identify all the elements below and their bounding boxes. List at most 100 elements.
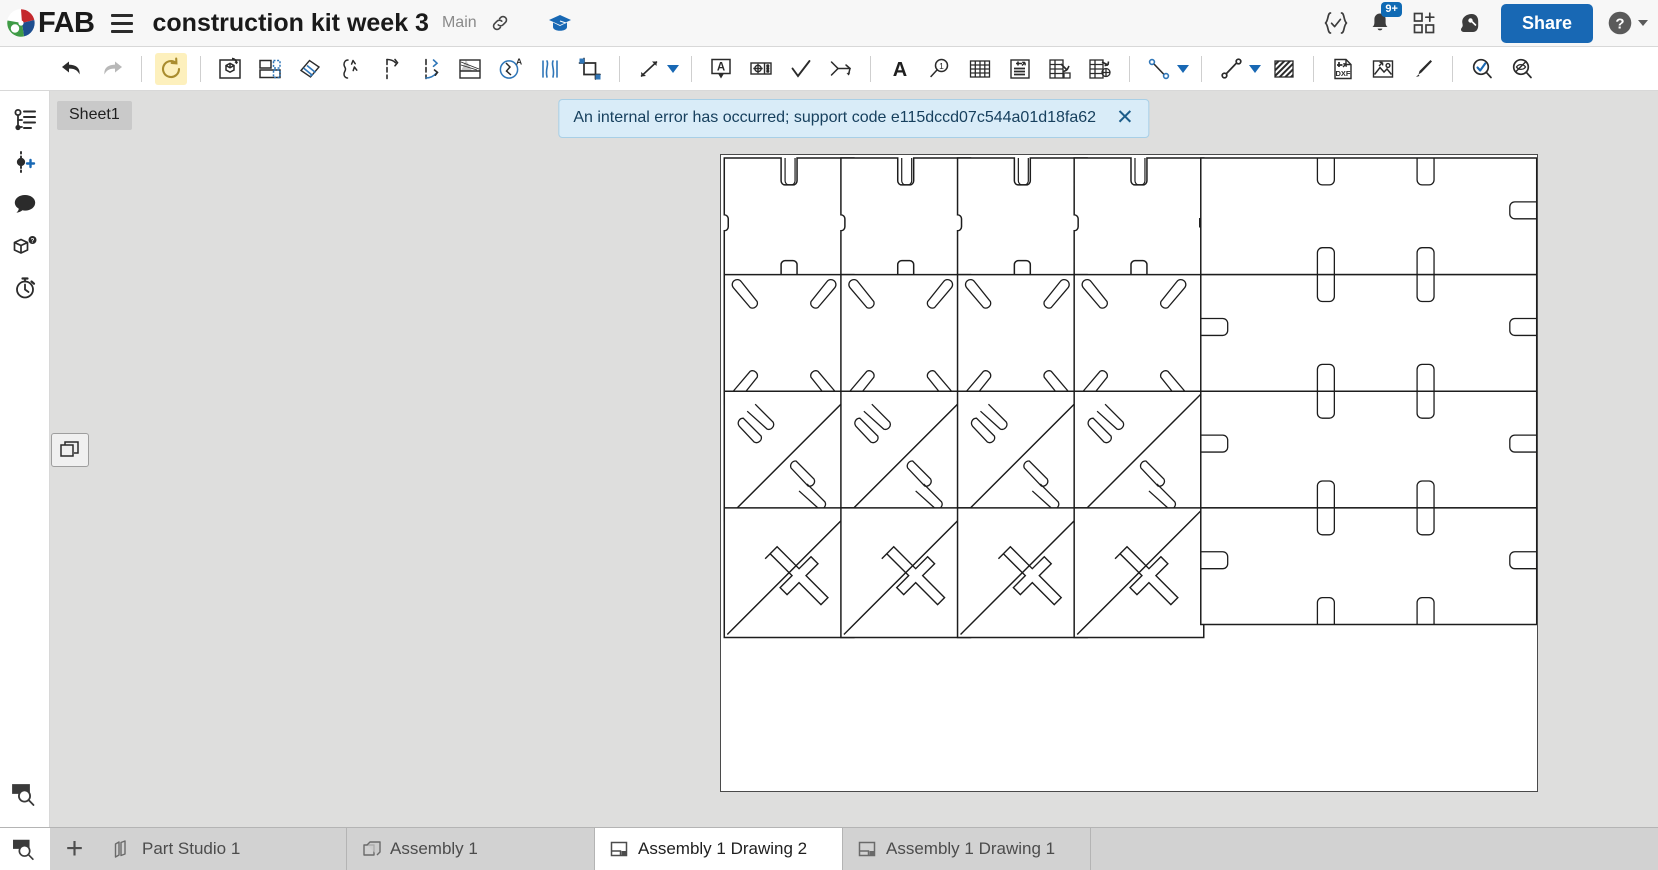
hole-table-button[interactable] [1084,53,1116,85]
detail-view-button[interactable] [454,53,486,85]
sidebar-item-drawing-tree[interactable] [6,101,44,139]
svg-text:?: ? [1615,16,1624,33]
drawing-canvas[interactable]: Sheet1 An internal error has occurred; s… [50,91,1658,827]
copy-link-icon[interactable] [490,13,510,33]
weld-symbol-button[interactable] [825,53,857,85]
tab-assembly-1-drawing-1[interactable]: Assembly 1 Drawing 1 [843,828,1091,870]
hide-button[interactable] [1506,53,1538,85]
tab-assembly-1-drawing-2[interactable]: Assembly 1 Drawing 2 [595,828,843,870]
import-dxf-button[interactable]: DXF [1327,53,1359,85]
drawing-icon [609,839,629,859]
onshape-drawing-app: FAB construction kit week 3 Main 9+ Shar… [0,0,1658,870]
surface-finish-button[interactable] [785,53,817,85]
left-rail: ? [0,91,50,827]
error-notification: An internal error has occurred; support … [558,99,1150,138]
tab-part-studio-1[interactable]: Part Studio 1 [99,828,347,870]
show-hidden-button[interactable] [1466,53,1498,85]
revision-table-button[interactable] [1044,53,1076,85]
geometric-tolerance-button[interactable] [745,53,777,85]
drawing-sheet[interactable] [720,154,1538,792]
insert-view-button[interactable] [214,53,246,85]
line-button[interactable] [1215,53,1247,85]
layers-button[interactable] [51,433,89,467]
tab-label: Assembly 1 Drawing 2 [638,839,808,858]
insert-image-button[interactable] [1367,53,1399,85]
share-button[interactable]: Share [1500,3,1593,43]
format-painter-button[interactable] [1407,53,1439,85]
tab-assembly-1[interactable]: Assembly 1 [347,828,595,870]
tab-bar: + Part Studio 1 Assembly 1 Assembly 1 Dr… [0,827,1658,870]
note-button[interactable]: A [705,53,737,85]
toolbar-separator [691,55,692,82]
bom-table-button[interactable] [1004,53,1036,85]
notifications-icon[interactable]: 9+ [1363,2,1402,40]
svg-text:A: A [717,61,725,73]
table-button[interactable] [964,53,996,85]
menu-icon[interactable] [107,8,137,38]
sidebar-item-history[interactable] [6,269,44,307]
svg-text:1: 1 [939,61,944,71]
assembly-icon [361,839,381,859]
notification-badge: 9+ [1381,2,1402,17]
undo-button[interactable] [56,53,88,85]
detail-circle-button[interactable]: A [494,53,526,85]
svg-text:DXF: DXF [1336,69,1351,78]
fab-logo-icon [6,8,36,38]
main-body: ? Sheet1 An internal error has occurred;… [0,91,1658,827]
toolbar-separator [200,55,201,82]
add-tab-button[interactable]: + [50,828,99,870]
text-button[interactable]: A [884,53,916,85]
toolbar-separator [1313,55,1314,82]
balloon-button[interactable]: 1 [924,53,956,85]
help-icon: ? [1608,11,1632,35]
crop-view-button[interactable] [574,53,606,85]
top-bar: FAB construction kit week 3 Main 9+ Shar… [0,0,1658,47]
break-lines-button[interactable] [534,53,566,85]
dimension-dropdown-caret-icon[interactable] [667,64,679,73]
break-view-button[interactable] [374,53,406,85]
drawing-toolbar: A A A 1 DXF [0,47,1658,91]
add-app-grid-icon[interactable] [1407,6,1441,40]
svg-text:?: ? [30,239,34,245]
toolbar-separator [1129,55,1130,82]
toolbar-separator [141,55,142,82]
toolbar-separator [1452,55,1453,82]
part-studio-icon [113,839,133,859]
update-views-button[interactable] [155,52,187,85]
sidebar-item-search[interactable] [6,775,44,813]
featurescript-icon[interactable] [1319,6,1353,40]
broken-out-section-button[interactable] [334,53,366,85]
sketch-dropdown-caret-icon[interactable] [1177,64,1189,73]
sidebar-item-insert-branch[interactable] [6,143,44,181]
chevron-down-icon [1638,20,1648,26]
tab-search-button[interactable] [0,828,50,870]
toolbar-separator [1201,55,1202,82]
branch-label: Main [441,14,477,31]
learning-center-icon[interactable] [548,12,572,34]
sidebar-item-comments[interactable] [6,185,44,223]
sidebar-item-parts-list[interactable]: ? [6,227,44,265]
brand-logo[interactable]: FAB [6,8,95,38]
projected-view-button[interactable] [254,53,286,85]
laser-cut-layout-drawing [723,157,1537,639]
detail-section-button[interactable] [414,53,446,85]
drawing-icon [857,839,877,859]
svg-text:A: A [893,59,907,81]
error-message: An internal error has occurred; support … [573,109,1097,126]
help-menu[interactable]: ? [1607,10,1648,36]
line-dropdown-caret-icon[interactable] [1249,64,1261,73]
tab-label: Part Studio 1 [142,839,241,858]
document-title[interactable]: construction kit week 3 [153,9,429,38]
sketch-point-line-button[interactable] [1143,53,1175,85]
sheet-tab-sheet1[interactable]: Sheet1 [57,101,132,130]
tab-label: Assembly 1 [390,839,478,858]
ai-advisor-icon[interactable] [1451,6,1485,40]
section-view-button[interactable] [294,53,326,85]
close-icon[interactable]: ✕ [1114,107,1136,128]
dimension-button[interactable] [633,53,665,85]
hatch-fill-button[interactable] [1268,53,1300,85]
svg-text:A: A [516,56,522,66]
tab-label: Assembly 1 Drawing 1 [886,839,1056,858]
redo-button[interactable] [96,53,128,85]
toolbar-separator [870,55,871,82]
